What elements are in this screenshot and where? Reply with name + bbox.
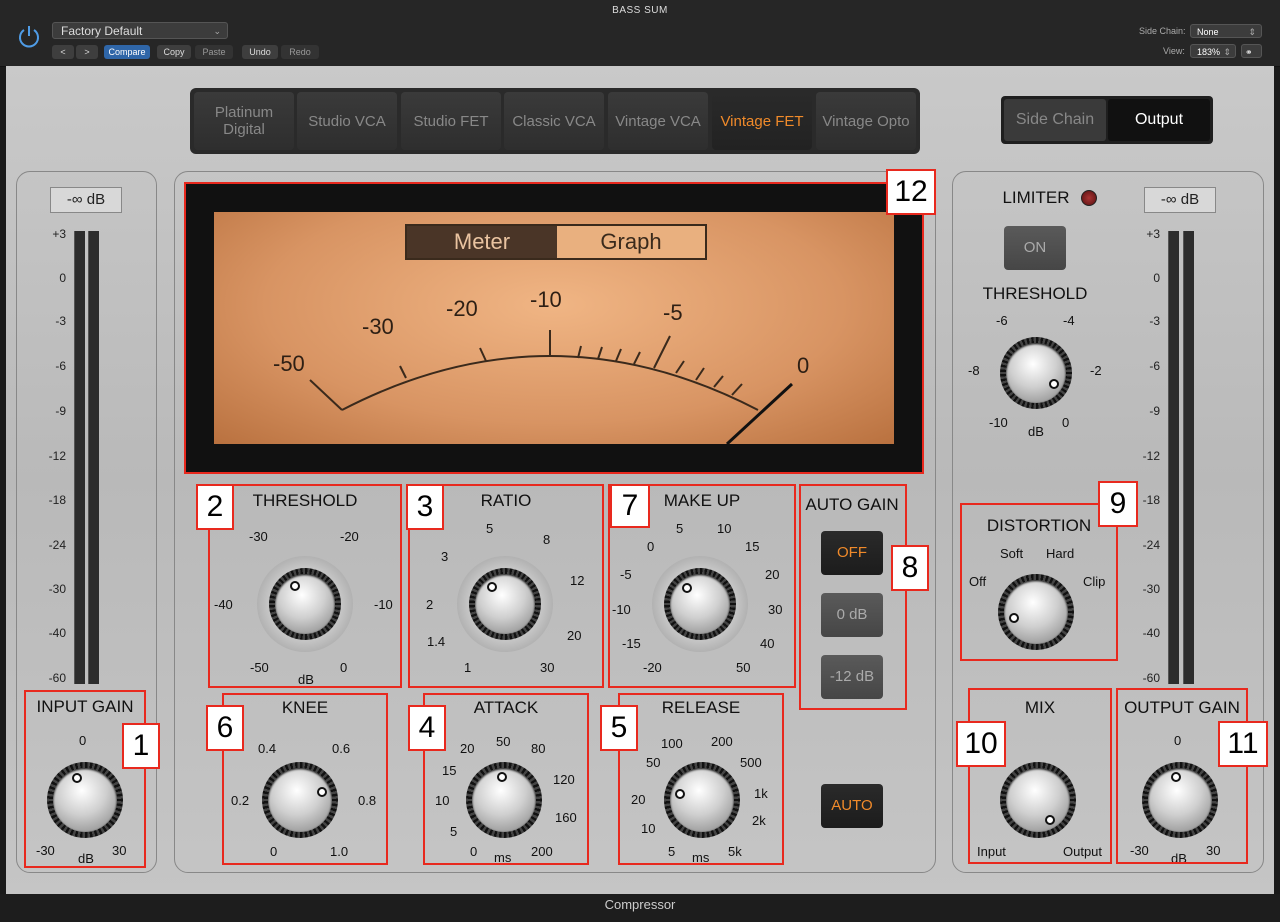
knob-tick-label: -2 — [1090, 363, 1102, 378]
callout-number: 11 — [1218, 721, 1268, 767]
callout-number: 9 — [1098, 481, 1138, 527]
chevron-down-icon: ⌄ — [213, 26, 221, 36]
window-title: BASS SUM — [612, 5, 668, 16]
auto-release-button[interactable]: AUTO — [821, 784, 883, 828]
limiter-threshold-label: THRESHOLD — [982, 284, 1088, 303]
view-zoom-select[interactable]: 183% ⇕ — [1190, 44, 1236, 58]
side-chain-label: Side Chain: — [1139, 26, 1186, 36]
knob-tick-label: -8 — [968, 363, 980, 378]
copy-button[interactable]: Copy — [157, 45, 191, 59]
meter-scale-label: -60 — [1142, 671, 1160, 685]
meter-scale-label: -12 — [1142, 449, 1160, 463]
updown-icon: ⇕ — [1248, 27, 1256, 37]
meter-scale-label: 0 — [59, 271, 66, 285]
meter-scale-label: -40 — [1142, 626, 1160, 640]
knob-tick-label: 0 — [1062, 415, 1070, 430]
callout-number: 12 — [886, 169, 936, 215]
preset-menu[interactable]: Factory Default ⌄ — [52, 22, 228, 39]
view-toggle: Side Chain Output — [1001, 96, 1213, 144]
callout-number: 10 — [956, 721, 1006, 767]
meter-scale-label: -30 — [48, 582, 66, 596]
callout-number: 6 — [206, 705, 244, 751]
updown-icon: ⇕ — [1223, 47, 1231, 57]
callout-number: 2 — [196, 484, 234, 530]
model-selector: Platinum Digital Studio VCA Studio FET C… — [190, 88, 920, 154]
model-studio-vca[interactable]: Studio VCA — [297, 92, 397, 150]
callout-box-2 — [208, 484, 402, 688]
callout-box-10 — [968, 688, 1112, 864]
callout-box-8 — [799, 484, 907, 710]
output-meter-left — [1168, 231, 1179, 684]
meter-scale-label: -60 — [48, 671, 66, 685]
callout-number: 5 — [600, 705, 638, 751]
model-classic-vca[interactable]: Classic VCA — [504, 92, 604, 150]
input-meter-left — [74, 231, 85, 684]
meter-scale-label: -9 — [55, 404, 66, 418]
meter-scale-label: +3 — [52, 227, 66, 241]
model-studio-fet[interactable]: Studio FET — [401, 92, 501, 150]
view-zoom-value: 183% — [1197, 47, 1221, 57]
callout-number: 1 — [122, 723, 160, 769]
callout-box-9 — [960, 503, 1118, 661]
side-chain-view-button[interactable]: Side Chain — [1004, 99, 1106, 141]
model-vintage-vca[interactable]: Vintage VCA — [608, 92, 708, 150]
input-meter-right — [88, 231, 99, 684]
output-meter-right — [1183, 231, 1194, 684]
limiter-threshold-knob-indicator — [1049, 378, 1060, 389]
meter-scale-label: -6 — [55, 359, 66, 373]
preset-name: Factory Default — [61, 24, 143, 38]
side-chain-select[interactable]: None ⇕ — [1190, 24, 1262, 38]
callout-number: 3 — [406, 484, 444, 530]
undo-button[interactable]: Undo — [242, 45, 278, 59]
knob-tick-label: -4 — [1063, 313, 1075, 328]
meter-scale-label: 0 — [1153, 271, 1160, 285]
view-label: View: — [1163, 46, 1185, 56]
model-vintage-fet[interactable]: Vintage FET — [712, 92, 812, 150]
compare-button[interactable]: Compare — [104, 45, 150, 59]
meter-scale-label: -40 — [48, 626, 66, 640]
link-icon[interactable]: ⚭ — [1241, 44, 1262, 58]
paste-button[interactable]: Paste — [195, 45, 233, 59]
meter-scale-label: -3 — [55, 314, 66, 328]
callout-box-5 — [618, 693, 784, 865]
next-preset-button[interactable]: > — [76, 45, 98, 59]
callout-box-6 — [222, 693, 388, 865]
meter-scale-label: -18 — [48, 493, 66, 507]
callout-box-11 — [1116, 688, 1248, 864]
model-platinum-digital[interactable]: Platinum Digital — [194, 92, 294, 150]
knob-tick-label: -6 — [996, 313, 1008, 328]
meter-scale-label: -3 — [1149, 314, 1160, 328]
output-view-button[interactable]: Output — [1108, 99, 1210, 141]
model-vintage-opto[interactable]: Vintage Opto — [816, 92, 916, 150]
redo-button[interactable]: Redo — [281, 45, 319, 59]
limiter-on-button[interactable]: ON — [1004, 226, 1066, 270]
power-icon[interactable] — [16, 24, 42, 50]
meter-scale-label: -24 — [48, 538, 66, 552]
meter-scale-label: -30 — [1142, 582, 1160, 596]
meter-scale-label: -24 — [1142, 538, 1160, 552]
limiter-label: LIMITER — [1002, 188, 1070, 207]
plugin-name-footer: Compressor — [0, 894, 1280, 922]
input-level-readout: -∞ dB — [50, 187, 122, 213]
meter-scale-label: -12 — [48, 449, 66, 463]
meter-scale-label: +3 — [1146, 227, 1160, 241]
knob-tick-label: dB — [1028, 424, 1044, 439]
meter-scale-label: -9 — [1149, 404, 1160, 418]
prev-preset-button[interactable]: < — [52, 45, 74, 59]
callout-box-4 — [423, 693, 589, 865]
side-chain-value: None — [1197, 27, 1219, 37]
limiter-led-icon — [1081, 190, 1097, 206]
callout-number: 7 — [610, 484, 650, 528]
output-level-readout: -∞ dB — [1144, 187, 1216, 213]
knob-tick-label: -10 — [989, 415, 1008, 430]
callout-number: 4 — [408, 705, 446, 751]
limiter-threshold-knob-cap — [1006, 343, 1066, 403]
callout-box-12 — [184, 182, 924, 474]
meter-scale-label: -6 — [1149, 359, 1160, 373]
callout-box-1 — [24, 690, 146, 868]
callout-number: 8 — [891, 545, 929, 591]
